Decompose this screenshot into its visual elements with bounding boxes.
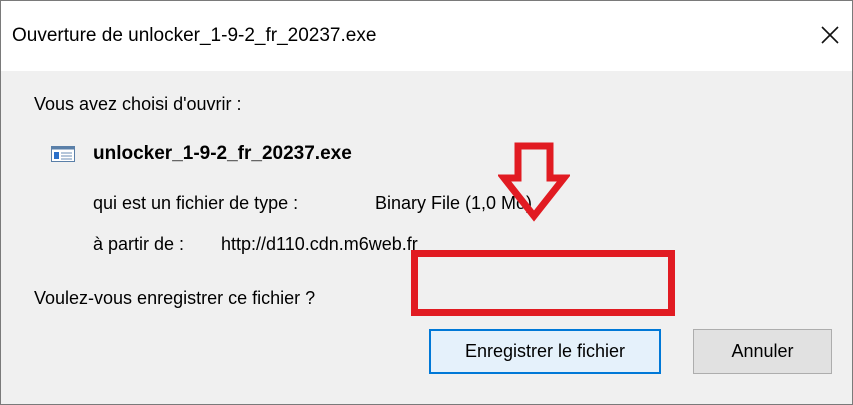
cancel-button[interactable]: Annuler bbox=[693, 329, 832, 374]
dialog-title: Ouverture de unlocker_1-9-2_fr_20237.exe bbox=[12, 25, 377, 46]
file-name: unlocker_1-9-2_fr_20237.exe bbox=[93, 143, 352, 164]
source-label: à partir de : bbox=[93, 234, 185, 254]
executable-file-icon bbox=[51, 146, 75, 162]
dialog-body: Vous avez choisi d'ouvrir : unlocker_1-9… bbox=[1, 71, 852, 404]
close-button[interactable] bbox=[812, 17, 848, 53]
save-question: Voulez-vous enregistrer ce fichier ? bbox=[34, 288, 316, 308]
down-arrow-icon bbox=[498, 142, 570, 222]
file-type-label: qui est un fichier de type : bbox=[93, 193, 299, 213]
save-button-highlight bbox=[411, 250, 675, 316]
save-file-button[interactable]: Enregistrer le fichier bbox=[429, 329, 661, 374]
source-url: http://d110.cdn.m6web.fr bbox=[221, 234, 418, 254]
title-bar: Ouverture de unlocker_1-9-2_fr_20237.exe bbox=[1, 1, 852, 71]
close-icon bbox=[821, 26, 839, 44]
download-dialog: Ouverture de unlocker_1-9-2_fr_20237.exe… bbox=[0, 0, 853, 405]
intro-text: Vous avez choisi d'ouvrir : bbox=[34, 94, 242, 114]
